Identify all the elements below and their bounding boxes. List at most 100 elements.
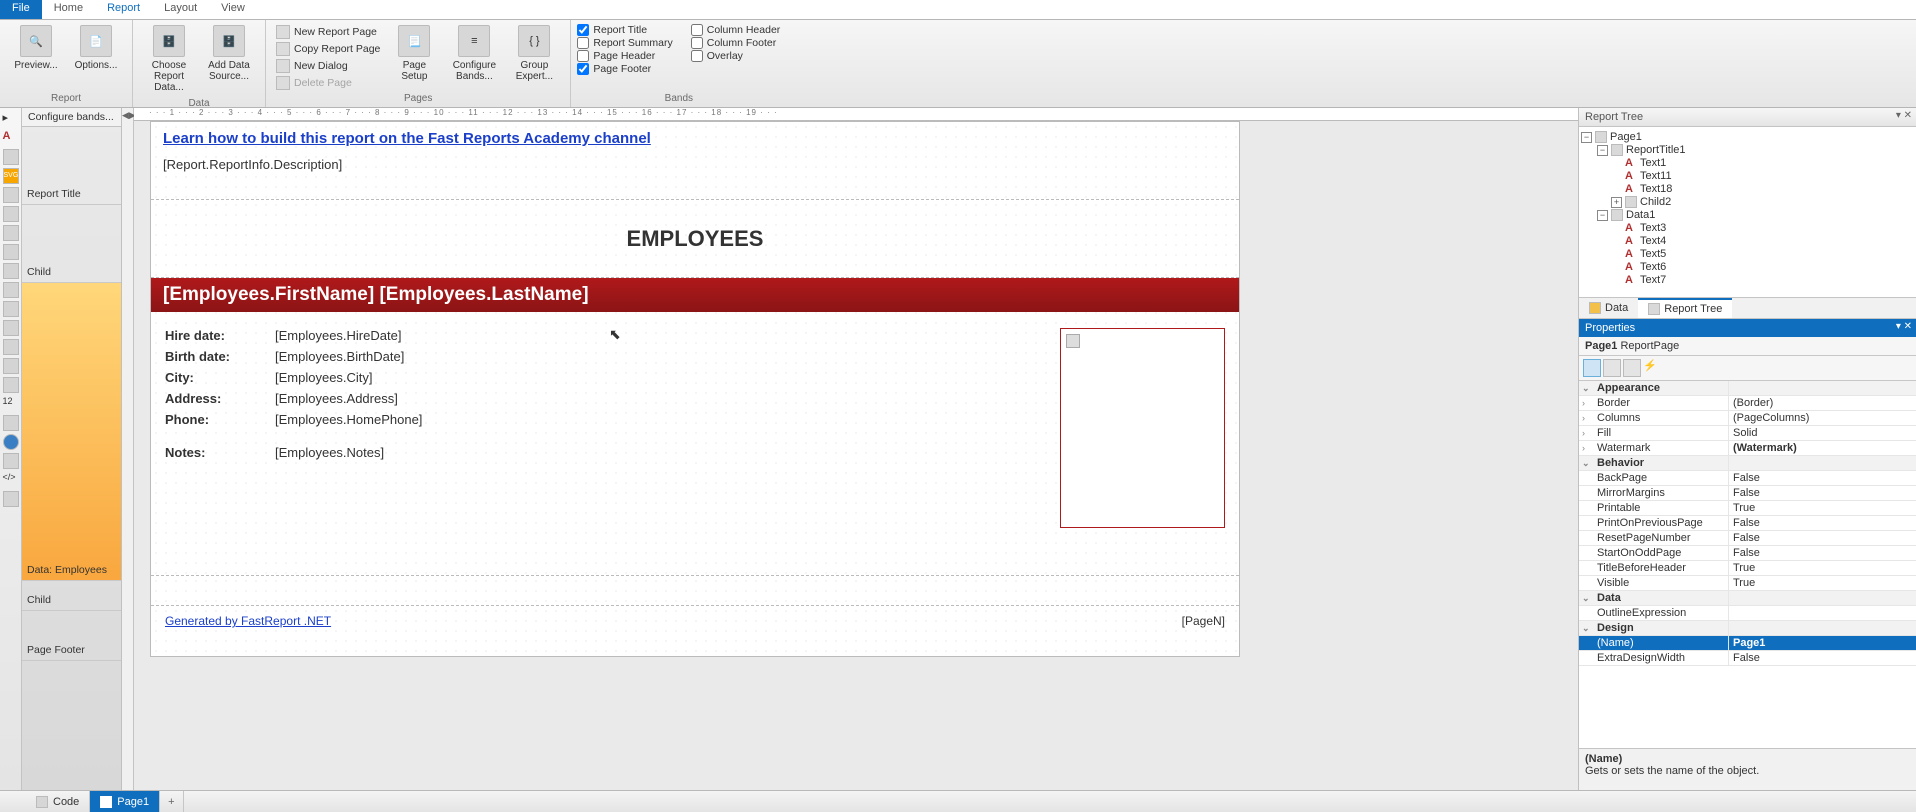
- tool-icon[interactable]: [3, 225, 19, 241]
- chk-report-title[interactable]: Report Title: [577, 24, 672, 36]
- tree-tabs: Data Report Tree: [1579, 297, 1916, 319]
- designer-surface[interactable]: · · · 1 · · · 2 · · · 3 · · · 4 · · · 5 …: [134, 108, 1578, 790]
- properties-grid[interactable]: ⌄Appearance ›Border(Border) ›Columns(Pag…: [1579, 381, 1916, 748]
- lbl-phone[interactable]: Phone:: [165, 412, 275, 427]
- add-data-source-button[interactable]: 🗄️ Add Data Source...: [199, 22, 259, 85]
- horizontal-ruler: · · · 1 · · · 2 · · · 3 · · · 4 · · · 5 …: [134, 108, 1578, 121]
- choose-report-data-button[interactable]: 🗄️ Choose Report Data...: [139, 22, 199, 96]
- categorized-icon[interactable]: [1583, 359, 1601, 377]
- tool-icon[interactable]: [3, 320, 19, 336]
- tree-toggle[interactable]: −: [1597, 210, 1608, 221]
- band-report-title[interactable]: Report Title: [22, 127, 121, 205]
- doctab-code[interactable]: Code: [26, 791, 90, 812]
- val-notes[interactable]: [Employees.Notes]: [275, 445, 384, 460]
- chk-overlay[interactable]: Overlay: [691, 50, 781, 62]
- tool-icon[interactable]: [3, 282, 19, 298]
- val-city[interactable]: [Employees.City]: [275, 370, 373, 385]
- tab-layout[interactable]: Layout: [152, 0, 209, 19]
- tool-icon[interactable]: [3, 244, 19, 260]
- doctab-page1[interactable]: Page1: [90, 791, 160, 812]
- band-child1[interactable]: Child: [22, 205, 121, 283]
- heading-text[interactable]: EMPLOYEES: [627, 226, 764, 252]
- tool-icon[interactable]: [3, 358, 19, 374]
- report-tree-title: Report Tree▾ ✕: [1579, 108, 1916, 127]
- tool-icon[interactable]: [3, 149, 19, 165]
- close-icon[interactable]: ▾ ✕: [1896, 321, 1912, 332]
- tool-icon[interactable]: [3, 301, 19, 317]
- report-page[interactable]: Learn how to build this report on the Fa…: [150, 121, 1240, 657]
- page-number-text[interactable]: [PageN]: [1182, 614, 1225, 628]
- tool-icon[interactable]: [3, 339, 19, 355]
- new-dialog-button[interactable]: New Dialog: [272, 58, 384, 74]
- val-hire[interactable]: [Employees.HireDate]: [275, 328, 401, 343]
- properties-object[interactable]: Page1 ReportPage: [1579, 337, 1916, 356]
- page-setup-button[interactable]: 📃 Page Setup: [384, 22, 444, 85]
- tool-icon[interactable]: </>: [3, 472, 19, 488]
- events-icon[interactable]: ⚡: [1643, 359, 1661, 377]
- collapse-bar[interactable]: ◀▶: [122, 108, 134, 790]
- group-expert-button[interactable]: { } Group Expert...: [504, 22, 564, 85]
- learn-link[interactable]: Learn how to build this report on the Fa…: [163, 130, 1227, 147]
- tab-home[interactable]: Home: [42, 0, 95, 19]
- tool-icon[interactable]: 12: [3, 396, 19, 412]
- lbl-city[interactable]: City:: [165, 370, 275, 385]
- pointer-icon[interactable]: ▸: [3, 111, 19, 127]
- tool-icon[interactable]: [3, 187, 19, 203]
- image-icon: [1066, 334, 1080, 348]
- tool-icon[interactable]: [3, 453, 19, 469]
- band-icon: [1611, 144, 1623, 156]
- lbl-notes[interactable]: Notes:: [165, 445, 275, 460]
- tool-icon[interactable]: [3, 491, 19, 507]
- copy-report-page-button[interactable]: Copy Report Page: [272, 41, 384, 57]
- band-child2[interactable]: Child: [22, 581, 121, 611]
- preview-button[interactable]: 🔍 Preview...: [6, 22, 66, 74]
- tab-view[interactable]: View: [209, 0, 257, 19]
- configure-bands-link[interactable]: Configure bands...: [22, 108, 121, 127]
- new-report-page-button[interactable]: New Report Page: [272, 24, 384, 40]
- configure-bands-button[interactable]: ≡ Configure Bands...: [444, 22, 504, 85]
- val-birth[interactable]: [Employees.BirthDate]: [275, 349, 404, 364]
- band-data[interactable]: Data: Employees: [22, 283, 121, 581]
- report-tree[interactable]: −Page1 −ReportTitle1 AText1 AText11 ATex…: [1579, 127, 1916, 297]
- tab-report-tree[interactable]: Report Tree: [1638, 298, 1732, 318]
- generated-link[interactable]: Generated by FastReport .NET: [165, 614, 331, 628]
- properties-title: Properties▾ ✕: [1579, 319, 1916, 337]
- pages-icon[interactable]: [1623, 359, 1641, 377]
- tool-icon[interactable]: [3, 434, 19, 450]
- chk-page-footer[interactable]: Page Footer: [577, 63, 672, 75]
- lbl-hire[interactable]: Hire date:: [165, 328, 275, 343]
- text-icon: A: [1625, 248, 1637, 260]
- text-icon: A: [1625, 222, 1637, 234]
- tree-toggle[interactable]: +: [1611, 197, 1622, 208]
- tool-icon[interactable]: [3, 415, 19, 431]
- delete-page-button: Delete Page: [272, 75, 384, 91]
- photo-placeholder[interactable]: [1060, 328, 1225, 528]
- tool-icon[interactable]: [3, 377, 19, 393]
- val-phone[interactable]: [Employees.HomePhone]: [275, 412, 422, 427]
- doctab-add[interactable]: +: [160, 791, 183, 812]
- close-icon[interactable]: ▾ ✕: [1896, 110, 1912, 121]
- text-tool-icon[interactable]: A: [3, 130, 19, 146]
- chk-column-header[interactable]: Column Header: [691, 24, 781, 36]
- alphabetical-icon[interactable]: [1603, 359, 1621, 377]
- name-expression[interactable]: [Employees.FirstName] [Employees.LastNam…: [151, 278, 1239, 312]
- band-page-footer[interactable]: Page Footer: [22, 611, 121, 661]
- options-button[interactable]: 📄 Options...: [66, 22, 126, 74]
- tool-icon[interactable]: [3, 206, 19, 222]
- svg-tool-icon[interactable]: SVG: [3, 168, 19, 184]
- selected-property-row[interactable]: (Name)Page1: [1579, 636, 1916, 651]
- tree-toggle[interactable]: −: [1597, 145, 1608, 156]
- tab-report[interactable]: Report: [95, 0, 152, 19]
- lbl-addr[interactable]: Address:: [165, 391, 275, 406]
- chk-report-summary[interactable]: Report Summary: [577, 37, 672, 49]
- tab-data-panel[interactable]: Data: [1579, 298, 1638, 318]
- tree-toggle[interactable]: −: [1581, 132, 1592, 143]
- lbl-birth[interactable]: Birth date:: [165, 349, 275, 364]
- val-addr[interactable]: [Employees.Address]: [275, 391, 398, 406]
- document-tabs: Code Page1 +: [0, 790, 1916, 812]
- chk-page-header[interactable]: Page Header: [577, 50, 672, 62]
- description-text[interactable]: [Report.ReportInfo.Description]: [163, 157, 1227, 172]
- tool-icon[interactable]: [3, 263, 19, 279]
- tab-file[interactable]: File: [0, 0, 42, 19]
- chk-column-footer[interactable]: Column Footer: [691, 37, 781, 49]
